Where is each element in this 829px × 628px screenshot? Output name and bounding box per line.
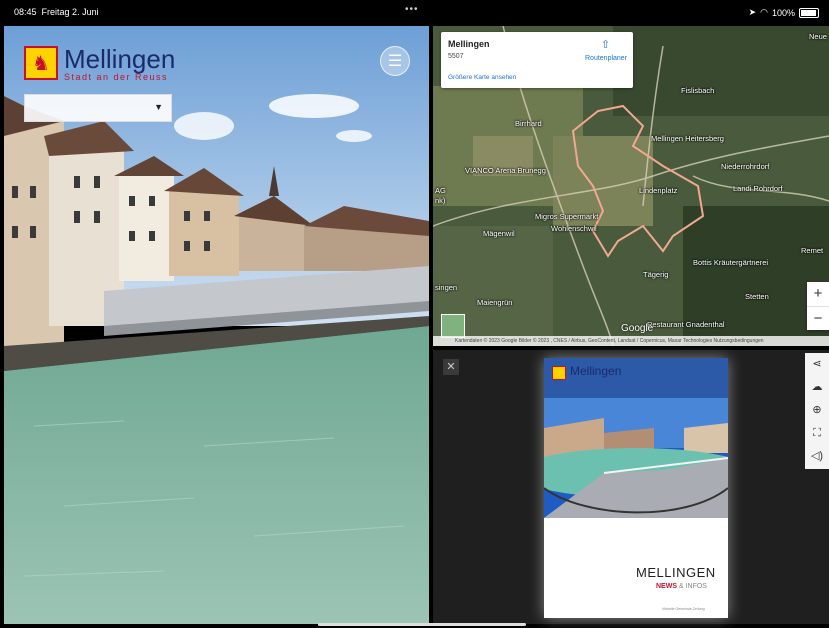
multitasking-dots[interactable]: ••• (405, 4, 419, 15)
home-indicator[interactable] (318, 623, 526, 626)
map-label[interactable]: Migros Supermarkt (535, 212, 598, 221)
map-label[interactable]: AG (435, 186, 446, 195)
status-bar: 08:45 Freitag 2. Juni ••• ➤ ◠ 100% (0, 0, 829, 26)
site-tagline: Stadt an der Reuss (64, 72, 169, 82)
map-label[interactable]: singen (435, 283, 457, 292)
chevron-down-icon: ▼ (154, 102, 163, 112)
map-label[interactable]: Landi Rohrdorf (733, 184, 783, 193)
magazine-viewer: ✕ ⋖ ☁ ⊕ ⛶ ◁) Mellingen MELLINGEN NEWS & … (433, 350, 829, 624)
map-label[interactable]: Mägenwil (483, 229, 515, 238)
battery-percent: 100% (771, 7, 795, 18)
zoom-in-button[interactable]: + (807, 282, 829, 306)
map-label[interactable]: Birrhard (515, 119, 542, 128)
hamburger-menu-button[interactable]: ☰ (380, 46, 410, 76)
status-time: 08:45 Freitag 2. Juni (14, 7, 99, 17)
map-place-title: Mellingen (448, 39, 490, 49)
cover-subtitle: NEWS & INFOS (656, 583, 707, 590)
map-place-zip: 5507 (448, 53, 464, 60)
wifi-icon: ◠ (760, 7, 768, 17)
map-info-card: Mellingen 5507 Größere Karte ansehen ⇧ R… (441, 32, 633, 88)
map-label[interactable]: Stetten (745, 292, 769, 301)
zoom-controls[interactable]: + − (807, 282, 829, 330)
google-logo: Google (621, 323, 654, 334)
share-icon[interactable]: ⋖ (805, 353, 829, 376)
directions-icon[interactable]: ⇧ (601, 38, 610, 51)
zoom-icon[interactable]: ⊕ (805, 399, 829, 422)
route-planner-link[interactable]: Routenplaner (585, 55, 627, 62)
close-viewer-button[interactable]: ✕ (443, 359, 459, 375)
map-label[interactable]: Wohlenschwil (551, 224, 597, 233)
cover-footer: Virtuelle Gemeinde-Zeitung (662, 607, 705, 611)
map-label[interactable]: Neue (809, 32, 827, 41)
battery-icon (799, 7, 819, 18)
cover-brand: Mellingen (570, 364, 622, 378)
map-label[interactable]: Tägerig (643, 270, 668, 279)
site-logo[interactable]: ♞ Mellingen Stadt an der Reuss (24, 46, 175, 82)
viewer-toolbar: ⋖ ☁ ⊕ ⛶ ◁) (805, 353, 829, 469)
close-icon: ✕ (446, 361, 456, 373)
map-label[interactable]: Fislisbach (681, 86, 714, 95)
map-label[interactable]: Restaurant Gnadenthal (647, 320, 725, 329)
hamburger-icon: ☰ (387, 53, 403, 70)
sound-icon[interactable]: ◁) (805, 445, 829, 468)
location-icon: ➤ (748, 7, 757, 17)
map-layer-toggle[interactable] (441, 314, 465, 338)
map-label[interactable]: Mellingen Heitersberg (651, 134, 724, 143)
download-icon[interactable]: ☁ (805, 376, 829, 399)
map-label[interactable]: Lindenplatz (639, 186, 677, 195)
map-label[interactable]: Maiengrün (477, 298, 512, 307)
fullscreen-icon[interactable]: ⛶ (805, 422, 829, 445)
map-label[interactable]: VIANCO Arena Brunegg (465, 166, 546, 175)
hero-photo-pane: ♞ Mellingen Stadt an der Reuss ☰ ▼ (4, 26, 429, 624)
zoom-out-button[interactable]: − (807, 307, 829, 331)
language-select[interactable]: ▼ (24, 94, 172, 122)
cover-coat-of-arms-icon (552, 366, 566, 380)
coat-of-arms-icon: ♞ (24, 46, 58, 80)
map-attribution[interactable]: Kartendaten © 2023 Google Bilder © 2023 … (433, 336, 829, 346)
status-indicators: ➤ ◠ 100% (749, 7, 819, 18)
map-label[interactable]: nk) (435, 196, 445, 205)
map-label[interactable]: Remet (801, 246, 823, 255)
map-label[interactable]: Niederrohrdorf (721, 162, 769, 171)
map-embed[interactable]: Mellingen 5507 Größere Karte ansehen ⇧ R… (433, 26, 829, 346)
site-name: Mellingen (64, 44, 176, 74)
map-label[interactable]: Bottis Kräutergärtnerei (693, 258, 768, 267)
magazine-cover[interactable]: Mellingen MELLINGEN NEWS & INFOS Virtuel… (544, 358, 728, 618)
larger-map-link[interactable]: Größere Karte ansehen (448, 74, 516, 81)
cover-title: MELLINGEN (636, 565, 716, 580)
